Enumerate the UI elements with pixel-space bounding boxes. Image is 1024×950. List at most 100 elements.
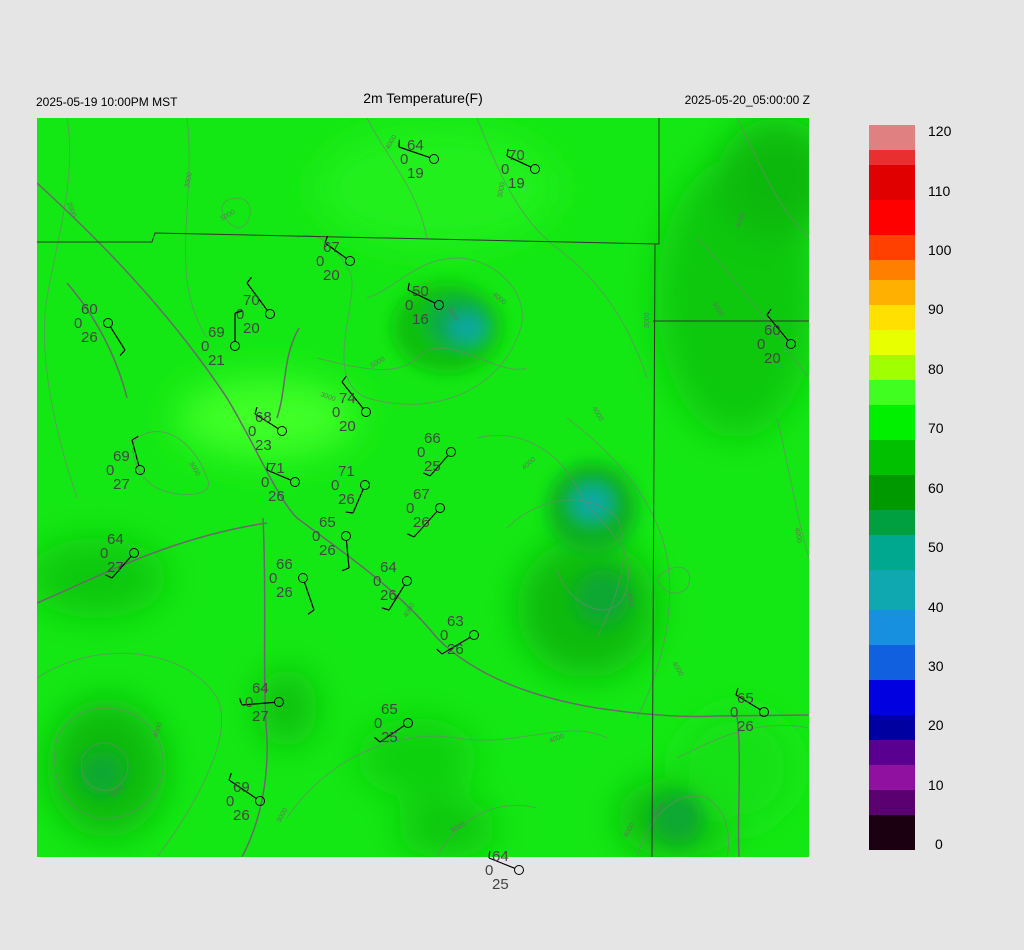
- station-dewpoint: 26: [233, 807, 250, 824]
- station-dewpoint: 26: [447, 641, 464, 658]
- station-temperature: 67: [323, 239, 340, 256]
- colorbar-band: [869, 790, 915, 796]
- station-temperature: 60: [764, 322, 781, 339]
- colorbar-band: [869, 385, 915, 391]
- colorbar-band: [869, 305, 915, 311]
- station-dewpoint: 20: [339, 418, 356, 435]
- station-dewpoint: 20: [243, 320, 260, 337]
- colorbar-band: [869, 190, 915, 196]
- colorbar-band: [869, 780, 915, 786]
- colorbar-band: [869, 185, 915, 191]
- colorbar-band: [869, 140, 915, 146]
- colorbar-band: [869, 500, 915, 506]
- colorbar-band: [869, 655, 915, 661]
- station-temperature: 70: [508, 147, 525, 164]
- station-temperature: 66: [424, 430, 441, 447]
- colorbar-band: [869, 745, 915, 751]
- station-dewpoint: 26: [737, 718, 754, 735]
- station-temperature: 64: [380, 559, 397, 576]
- station-temperature: 64: [252, 680, 269, 697]
- wind-barb: [488, 857, 516, 869]
- colorbar-band: [869, 255, 915, 261]
- colorbar-band: [869, 420, 915, 426]
- colorbar-tick-label: 120: [928, 123, 952, 139]
- colorbar-tick-label: 50: [928, 539, 944, 555]
- colorbar-band: [869, 825, 915, 831]
- colorbar-band: [869, 490, 915, 496]
- colorbar-band: [869, 295, 915, 301]
- colorbar-band: [869, 800, 915, 806]
- colorbar-band: [869, 680, 915, 686]
- colorbar-band: [869, 395, 915, 401]
- colorbar-band: [869, 435, 915, 441]
- station-temperature: 69: [233, 779, 250, 796]
- station-dewpoint: 21: [208, 352, 225, 369]
- station-dewpoint: 26: [81, 329, 98, 346]
- station-dewpoint: 26: [338, 491, 355, 508]
- colorbar-tick-label: 100: [928, 242, 952, 258]
- valid-time-utc: 2025-05-20_05:00:00 Z: [684, 93, 810, 107]
- colorbar-band: [869, 175, 915, 181]
- colorbar-band: [869, 750, 915, 756]
- colorbar-band: [869, 565, 915, 571]
- station-dewpoint: 26: [268, 488, 285, 505]
- colorbar-band: [869, 455, 915, 461]
- colorbar-band: [869, 605, 915, 611]
- colorbar-band: [869, 570, 915, 576]
- station-dewpoint: 27: [252, 708, 269, 725]
- colorbar-band: [869, 725, 915, 731]
- colorbar-band: [869, 845, 915, 850]
- station-dewpoint: 26: [380, 587, 397, 604]
- colorbar-band: [869, 575, 915, 581]
- station-temperature: 69: [208, 324, 225, 341]
- colorbar-band: [869, 240, 915, 246]
- temperature-map: 2000 3000 5000 4000 3000 4000 5000 5000 …: [37, 118, 809, 857]
- colorbar-band: [869, 165, 915, 171]
- colorbar-band: [869, 450, 915, 456]
- colorbar-band: [869, 840, 915, 846]
- station-temperature: 69: [113, 448, 130, 465]
- station-temperature: 50: [412, 283, 429, 300]
- colorbar-band: [869, 125, 915, 131]
- colorbar-band: [869, 170, 915, 176]
- colorbar-band: [869, 410, 915, 416]
- colorbar-band: [869, 475, 915, 481]
- colorbar-band: [869, 340, 915, 346]
- colorbar-band: [869, 375, 915, 381]
- colorbar-band: [869, 245, 915, 251]
- colorbar-band: [869, 630, 915, 636]
- colorbar-band: [869, 270, 915, 276]
- station-zero: 0: [485, 862, 493, 879]
- station-dewpoint: 20: [764, 350, 781, 367]
- station-temperature: 65: [737, 690, 754, 707]
- colorbar-band: [869, 260, 915, 266]
- colorbar-band: [869, 145, 915, 151]
- colorbar-band: [869, 660, 915, 666]
- colorbar-band: [869, 525, 915, 531]
- colorbar-band: [869, 775, 915, 781]
- colorbar-band: [869, 815, 915, 821]
- colorbar-band: [869, 230, 915, 236]
- colorbar-band: [869, 290, 915, 296]
- colorbar-tick-label: 70: [928, 420, 944, 436]
- colorbar-tick-label: 0: [935, 836, 943, 852]
- colorbar-band: [869, 355, 915, 361]
- colorbar-band: [869, 195, 915, 201]
- station-dewpoint: 26: [413, 514, 430, 531]
- colorbar-band: [869, 730, 915, 736]
- station-temperature: 71: [268, 460, 285, 477]
- colorbar-band: [869, 665, 915, 671]
- station-dewpoint: 25: [381, 729, 398, 746]
- colorbar-tick-label: 90: [928, 301, 944, 317]
- colorbar-band: [869, 225, 915, 231]
- colorbar-band: [869, 505, 915, 511]
- station-dewpoint: 25: [424, 458, 441, 475]
- colorbar-band: [869, 235, 915, 241]
- station-temperature: 63: [447, 613, 464, 630]
- colorbar-band: [869, 645, 915, 651]
- colorbar-band: [869, 180, 915, 186]
- colorbar-band: [869, 445, 915, 451]
- station-temperature: 74: [339, 390, 356, 407]
- colorbar-band: [869, 360, 915, 366]
- colorbar-band: [869, 370, 915, 376]
